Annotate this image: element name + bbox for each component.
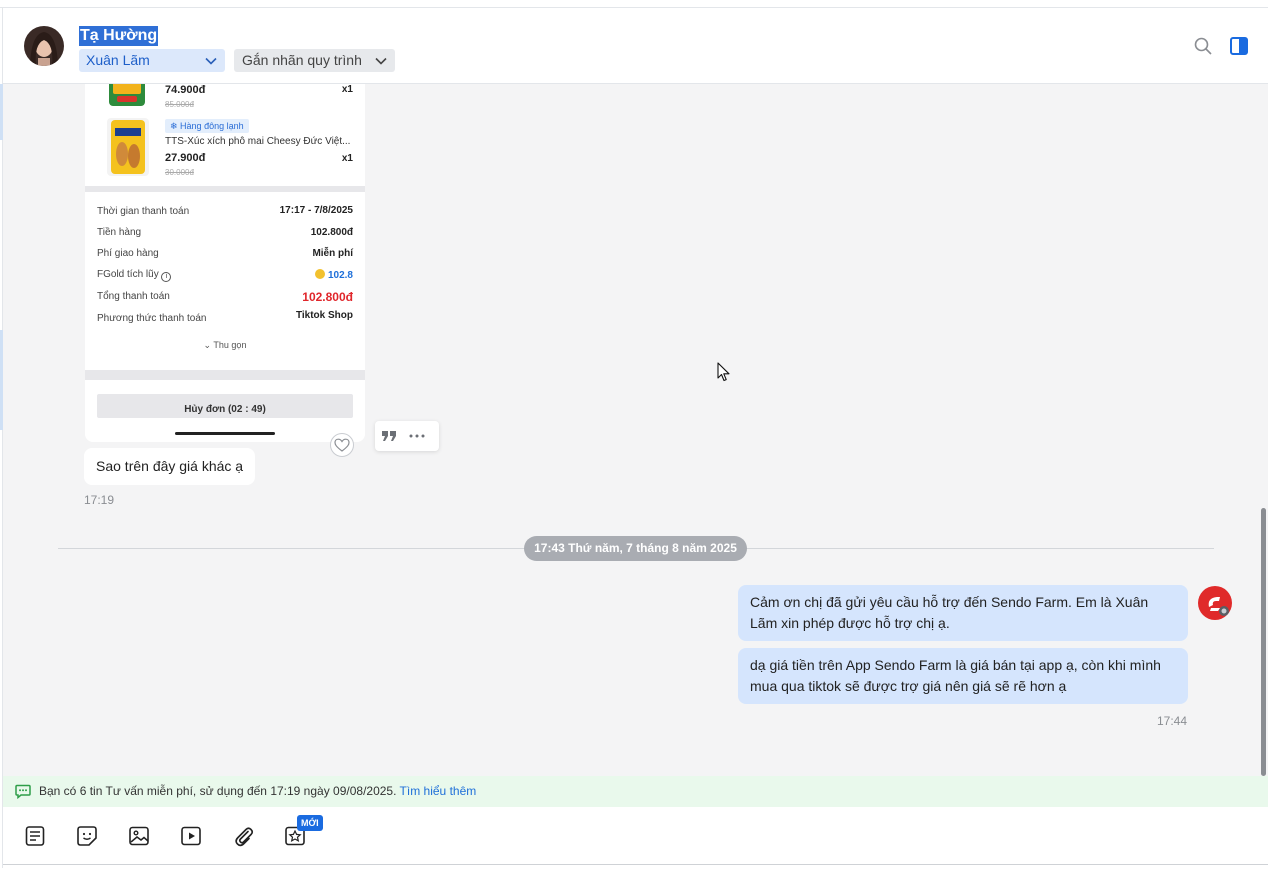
contact-avatar[interactable]: [24, 26, 64, 66]
assignee-value: Xuân Lãm: [86, 52, 150, 68]
sendo-logo-icon: [1208, 597, 1229, 616]
item-old-price: 30.000đ: [165, 168, 194, 177]
product-image: [107, 118, 149, 176]
message-time: 17:44: [1157, 714, 1188, 728]
free-consult-notice: Bạn có 6 tin Tư vấn miễn phí, sử dụng đế…: [3, 776, 1268, 807]
search-icon[interactable]: [1193, 36, 1213, 56]
receipt-row-label: Phí giao hàng: [97, 248, 159, 259]
chat-bubble-icon: [15, 784, 31, 799]
outgoing-message[interactable]: Cảm ơn chị đã gửi yêu cầu hỗ trợ đến Sen…: [738, 585, 1188, 641]
order-receipt-image[interactable]: 74.900đ 85.000đ x1 ❄ Hàng đông lạnh TTS-…: [85, 84, 365, 442]
incoming-message[interactable]: Sao trên đây giá khác ạ: [84, 448, 256, 485]
collapse-toggle: ⌄ Thu gọn: [203, 340, 247, 350]
info-icon: i: [161, 272, 172, 282]
section-divider: [85, 370, 365, 380]
assignee-select[interactable]: Xuân Lãm: [79, 49, 225, 72]
receipt-row-value: 17:17 - 7/8/2025: [279, 205, 353, 216]
learn-more-link[interactable]: Tìm hiểu thêm: [400, 784, 477, 798]
receipt-row-value: 102.8: [315, 269, 353, 281]
phone-home-indicator: [175, 432, 275, 435]
message-actions: [375, 421, 439, 451]
contact-name[interactable]: Tạ Hường: [79, 26, 159, 46]
receipt-row-label: Thời gian thanh toán: [97, 206, 190, 217]
side-panel-toggle-icon[interactable]: [1229, 36, 1249, 56]
receipt-row-label: Tổng thanh toán: [97, 291, 170, 302]
chat-messages[interactable]: 74.900đ 85.000đ x1 ❄ Hàng đông lạnh TTS-…: [3, 84, 1268, 776]
more-icon[interactable]: [409, 433, 425, 439]
image-icon[interactable]: [128, 825, 150, 847]
receipt-row-label: Phương thức thanh toán: [97, 313, 207, 324]
template-message-icon[interactable]: [24, 825, 46, 847]
heart-icon: [334, 438, 350, 452]
chevron-down-icon: [205, 57, 217, 65]
quote-icon[interactable]: [381, 429, 397, 443]
receipt-row-value: 102.800đ: [310, 227, 353, 238]
message-time: 17:19: [84, 493, 115, 507]
receipt-row-label: FGold tích lũy i: [97, 269, 172, 282]
item-quantity: x1: [341, 84, 353, 95]
chevron-down-icon: ⌄: [203, 340, 212, 350]
workflow-label-text: Gắn nhãn quy trình: [242, 52, 362, 68]
react-heart-button[interactable]: [330, 433, 354, 457]
receipt-row-label: Tiền hàng: [97, 227, 142, 238]
new-badge: MỚI: [297, 815, 323, 831]
receipt-row-value: Tiktok Shop: [295, 310, 353, 321]
item-price: 27.900đ: [165, 152, 206, 164]
product-image: [109, 84, 145, 106]
receipt-row-value: Miễn phí: [312, 248, 353, 259]
outgoing-message[interactable]: dạ giá tiền trên App Sendo Farm là giá b…: [738, 648, 1188, 704]
item-quantity: x1: [341, 153, 353, 164]
item-old-price: 85.000đ: [165, 100, 194, 109]
cancel-order-button: Hủy đơn (02 : 49): [97, 394, 353, 418]
attachment-icon[interactable]: [232, 825, 254, 847]
mouse-cursor-icon: [717, 362, 730, 382]
workflow-label-select[interactable]: Gắn nhãn quy trình: [234, 49, 395, 72]
sticker-icon[interactable]: [76, 825, 98, 847]
agent-avatar: [1198, 586, 1232, 620]
coin-icon: [315, 269, 326, 279]
chevron-down-icon: [375, 57, 387, 65]
chat-header: Tạ Hường Xuân Lãm Gắn nhãn quy trình: [3, 8, 1268, 84]
scrollbar-thumb[interactable]: [1261, 508, 1266, 776]
receipt-total-value: 102.800đ: [302, 290, 353, 304]
item-name: TTS-Xúc xích phô mai Cheesy Đức Việt...: [165, 136, 351, 147]
video-icon[interactable]: [180, 825, 202, 847]
section-divider: [85, 186, 365, 192]
item-price: 74.900đ: [165, 84, 206, 96]
notice-text: Bạn có 6 tin Tư vấn miễn phí, sử dụng đế…: [39, 784, 400, 798]
composer-toolbar: MỚI: [3, 807, 1268, 865]
frozen-tag: ❄ Hàng đông lạnh: [165, 119, 249, 133]
date-separator: 17:43 Thứ năm, 7 tháng 8 năm 2025: [524, 536, 747, 561]
